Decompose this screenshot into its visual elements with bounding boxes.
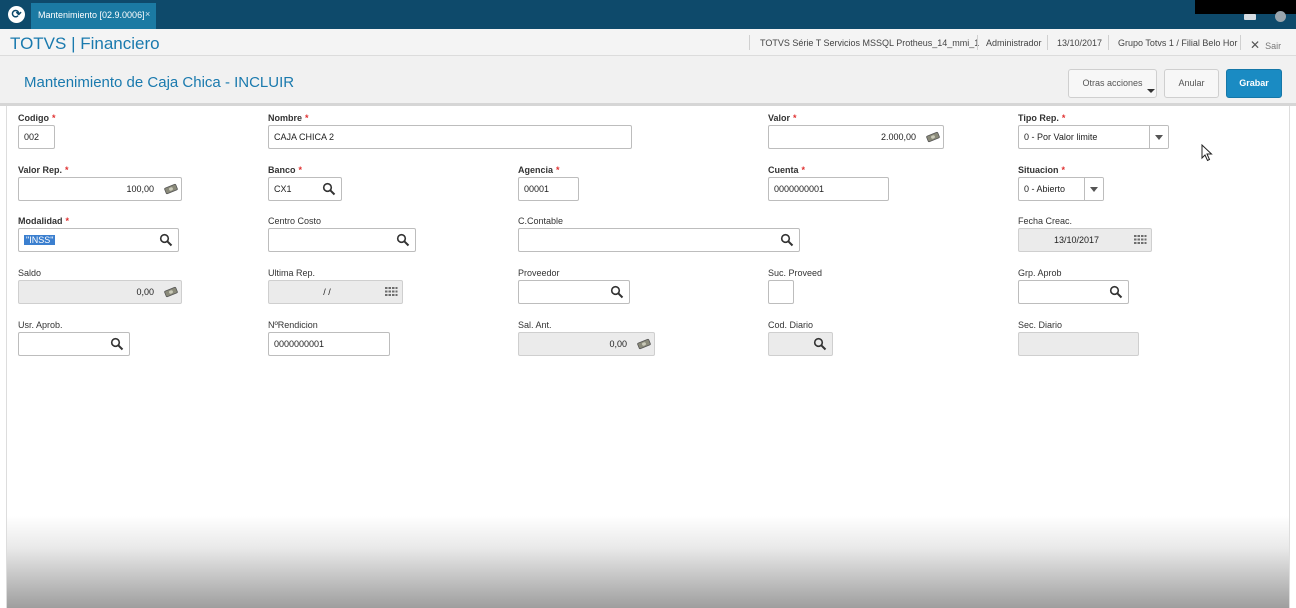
centro-costo-label: Centro Costo	[268, 216, 322, 226]
c-contable-field[interactable]	[518, 228, 800, 252]
suc-proveed-field[interactable]	[768, 280, 794, 304]
more-actions-button[interactable]: Otras acciones	[1068, 69, 1157, 98]
chevron-down-icon	[1155, 135, 1163, 140]
nombre-field[interactable]: CAJA CHICA 2	[268, 125, 632, 149]
app-title: TOTVS | Financiero	[10, 34, 160, 53]
grp-aprob-field[interactable]	[1018, 280, 1129, 304]
search-icon[interactable]	[396, 233, 410, 247]
tab-mantenimiento[interactable]: Mantenimiento [02.9.0006] ×	[31, 3, 156, 29]
exit-label: Sair	[1265, 41, 1282, 51]
cuenta-label: Cuenta *	[768, 165, 806, 175]
calendar-icon[interactable]	[1133, 233, 1147, 247]
money-icon	[164, 285, 178, 299]
cancel-button[interactable]: Anular	[1164, 69, 1219, 98]
chevron-down-icon	[1090, 187, 1098, 192]
situacion-label: Situacion *	[1018, 165, 1066, 175]
fecha-creac-label: Fecha Creac.	[1018, 216, 1073, 226]
header-divider	[749, 35, 750, 50]
usr-aprob-label: Usr. Aprob.	[18, 320, 63, 330]
close-icon: ✕	[1250, 38, 1261, 52]
grp-aprob-label: Grp. Aprob	[1018, 268, 1062, 278]
search-icon[interactable]	[159, 233, 173, 247]
banco-label: Banco *	[268, 165, 303, 175]
search-icon[interactable]	[322, 182, 336, 196]
nro-rendicion-field[interactable]: 0000000001	[268, 332, 390, 356]
tab-label: Mantenimiento [02.9.0006]	[38, 10, 145, 20]
ultima-rep-label: Ultima Rep.	[268, 268, 316, 278]
money-icon	[637, 337, 651, 351]
branch-info: Grupo Totvs 1 / Filial Belo Hor	[1118, 38, 1238, 48]
cuenta-field[interactable]: 0000000001	[768, 177, 889, 201]
chevron-down-icon	[1147, 89, 1155, 93]
search-icon[interactable]	[1109, 285, 1123, 299]
modalidad-label: Modalidad *	[18, 216, 70, 226]
valor-label: Valor *	[768, 113, 797, 123]
select-arrow[interactable]	[1084, 178, 1103, 200]
agencia-label: Agencia *	[518, 165, 560, 175]
app-header: TOTVS | Financiero TOTVS Série T Servici…	[0, 29, 1296, 56]
usr-aprob-field[interactable]	[18, 332, 130, 356]
sec-diario-field	[1018, 332, 1139, 356]
nombre-label: Nombre *	[268, 113, 309, 123]
tipo-rep-label: Tipo Rep. *	[1018, 113, 1066, 123]
minimize-icon[interactable]	[1244, 14, 1256, 20]
tab-close-icon[interactable]: ×	[145, 9, 150, 19]
ultima-rep-field: / /	[268, 280, 403, 304]
header-divider	[977, 35, 978, 50]
valor-field[interactable]: 2.000,00	[768, 125, 944, 149]
fecha-creac-field: 13/10/2017	[1018, 228, 1152, 252]
sec-diario-label: Sec. Diario	[1018, 320, 1063, 330]
banco-field[interactable]: CX1	[268, 177, 342, 201]
valor-rep-field[interactable]: 100,00	[18, 177, 182, 201]
proveedor-field[interactable]	[518, 280, 630, 304]
money-icon	[926, 130, 940, 144]
top-bar: ⟳ Mantenimiento [02.9.0006] ×	[0, 0, 1296, 29]
sal-ant-label: Sal. Ant.	[518, 320, 552, 330]
codigo-label: Codigo *	[18, 113, 56, 123]
header-divider	[1047, 35, 1048, 50]
calendar-icon[interactable]	[384, 285, 398, 299]
selected-text: "INSS"	[24, 235, 56, 245]
page-title: Mantenimiento de Caja Chica - INCLUIR	[24, 74, 295, 91]
select-arrow[interactable]	[1149, 126, 1168, 148]
form-area: Codigo * 002 Nombre * CAJA CHICA 2 Valor * …	[6, 106, 1290, 608]
money-icon	[164, 182, 178, 196]
search-icon[interactable]	[780, 233, 794, 247]
c-contable-label: C.Contable	[518, 216, 564, 226]
saldo-label: Saldo	[18, 268, 42, 278]
codigo-field[interactable]: 002	[18, 125, 55, 149]
cod-diario-field	[768, 332, 833, 356]
user-info: Administrador	[986, 38, 1042, 48]
header-divider	[1240, 35, 1241, 50]
proveedor-label: Proveedor	[518, 268, 560, 278]
more-actions-label: Otras acciones	[1082, 78, 1143, 88]
search-icon[interactable]	[610, 285, 624, 299]
modalidad-field[interactable]: "INSS"	[18, 228, 179, 252]
cod-diario-label: Cod. Diario	[768, 320, 814, 330]
save-button[interactable]: Grabar	[1226, 69, 1282, 98]
centro-costo-field[interactable]	[268, 228, 416, 252]
date-info: 13/10/2017	[1057, 38, 1103, 48]
search-icon[interactable]	[813, 337, 827, 351]
agencia-field[interactable]: 00001	[518, 177, 579, 201]
nro-rendicion-label: NºRendicion	[268, 320, 318, 330]
info-icon[interactable]	[1275, 11, 1286, 22]
valor-rep-label: Valor Rep. *	[18, 165, 69, 175]
bottom-shadow	[7, 516, 1289, 608]
page-header: Mantenimiento de Caja Chica - INCLUIR Ot…	[0, 56, 1296, 106]
search-icon[interactable]	[110, 337, 124, 351]
header-divider	[1108, 35, 1109, 50]
sal-ant-field: 0,00	[518, 332, 655, 356]
saldo-field: 0,00	[18, 280, 182, 304]
suc-proveed-label: Suc. Proveed	[768, 268, 823, 278]
tipo-rep-select[interactable]: 0 - Por Valor limite	[1018, 125, 1169, 149]
situacion-select[interactable]: 0 - Abierto	[1018, 177, 1104, 201]
exit-button[interactable]: ✕ Sair	[1250, 38, 1281, 52]
totvs-logo-icon: ⟳	[8, 6, 25, 23]
mouse-pointer-icon	[1201, 144, 1213, 162]
environment-info: TOTVS Série T Servicios MSSQL Protheus_1…	[760, 38, 980, 48]
